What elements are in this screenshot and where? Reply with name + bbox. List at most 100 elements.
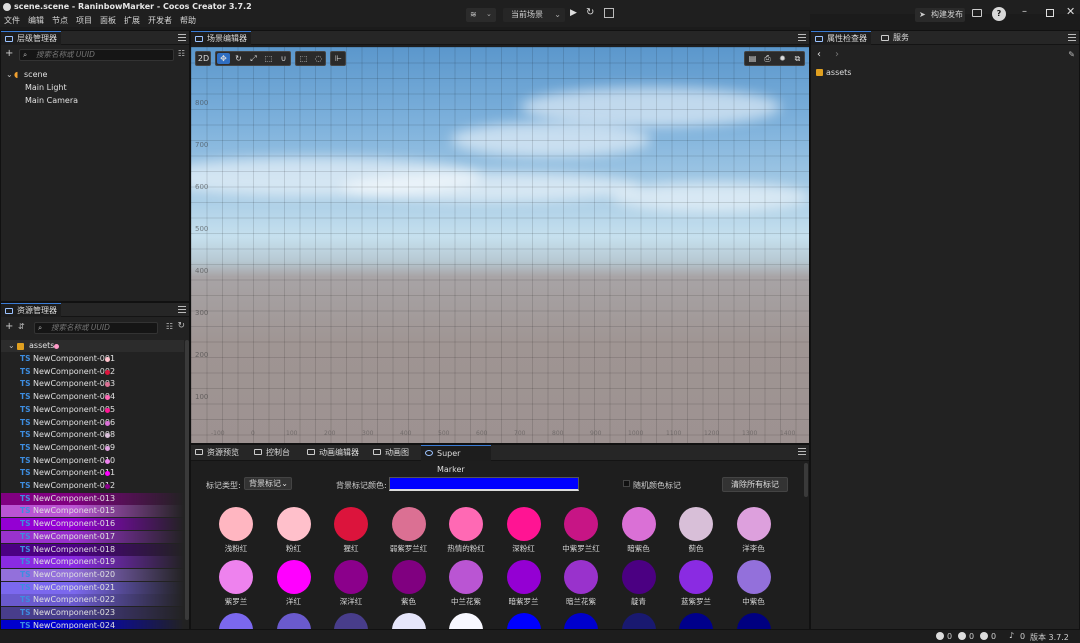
color-swatch[interactable]	[219, 507, 253, 541]
forward-icon[interactable]: ›	[835, 49, 839, 60]
color-swatch[interactable]	[391, 613, 426, 629]
scale-tool-icon[interactable]: ⤢	[247, 53, 260, 64]
color-swatch[interactable]	[736, 560, 771, 594]
color-swatch[interactable]	[219, 560, 253, 594]
gizmo-icon[interactable]: ⧉	[791, 53, 804, 64]
local-global-icon[interactable]: ◌	[312, 53, 325, 64]
info-icon[interactable]	[936, 632, 944, 640]
sort-icon[interactable]: ⇵	[18, 322, 25, 331]
qrcode-icon[interactable]	[604, 8, 614, 18]
help-icon[interactable]: ?	[992, 7, 1006, 21]
color-swatch[interactable]	[449, 507, 483, 541]
panel-menu-icon[interactable]	[798, 34, 806, 41]
pin-icon[interactable]: ✎	[1068, 50, 1075, 59]
tab-inspector[interactable]: 属性检查器	[811, 31, 871, 45]
build-button[interactable]: ➤ 构建发布	[915, 8, 965, 22]
asset-list-item[interactable]: TS NewComponent-023	[1, 607, 184, 619]
menu-developer[interactable]: 开发者	[148, 14, 172, 27]
minimize-icon[interactable]: –	[1022, 6, 1027, 17]
color-swatch[interactable]	[564, 613, 598, 629]
color-swatch[interactable]	[506, 613, 541, 629]
maximize-icon[interactable]	[1046, 9, 1054, 17]
color-swatch[interactable]	[449, 613, 483, 629]
panel-menu-icon[interactable]	[178, 34, 186, 41]
asset-list-item[interactable]: TS NewComponent-005	[1, 404, 184, 416]
panel-menu-icon[interactable]	[1068, 34, 1076, 41]
tab-scene-editor[interactable]: 场景编辑器	[191, 31, 251, 45]
color-swatch[interactable]	[506, 560, 541, 594]
color-swatch[interactable]	[679, 613, 713, 629]
refresh-icon[interactable]: ↻	[586, 7, 594, 18]
asset-list-item[interactable]: TS NewComponent-012	[1, 480, 184, 492]
add-node-icon[interactable]: +	[5, 48, 13, 59]
asset-list-item[interactable]: TS NewComponent-019	[1, 556, 184, 569]
color-swatch[interactable]	[736, 507, 771, 541]
asset-list-item[interactable]: TS NewComponent-004	[1, 391, 184, 403]
assets-search-input[interactable]: ⌕ 搜索名称或 UUID	[34, 322, 158, 334]
back-icon[interactable]: ‹	[817, 49, 821, 60]
tab-services[interactable]: 服务	[877, 31, 913, 45]
menu-edit[interactable]: 编辑	[28, 14, 44, 27]
color-swatch[interactable]	[276, 560, 311, 594]
asset-list-item[interactable]: TS NewComponent-016	[1, 518, 184, 531]
color-swatch[interactable]	[276, 507, 311, 541]
layout-icon[interactable]: ▤	[746, 53, 759, 64]
folder-icon[interactable]	[972, 9, 982, 17]
refresh-icon[interactable]: ↻	[177, 321, 185, 331]
color-swatch[interactable]	[449, 560, 483, 594]
tree-item-main-camera[interactable]: Main Camera	[1, 95, 189, 107]
asset-list-item[interactable]: TS NewComponent-021	[1, 581, 184, 594]
snap-button[interactable]: ⊩	[330, 51, 346, 66]
color-swatch[interactable]	[621, 613, 656, 629]
color-swatch[interactable]	[621, 560, 656, 594]
asset-list-item[interactable]: TS NewComponent-008	[1, 429, 184, 441]
color-swatch[interactable]	[219, 613, 253, 629]
color-swatch[interactable]	[679, 560, 713, 594]
close-icon[interactable]: ✕	[1066, 5, 1075, 18]
add-asset-icon[interactable]: +	[5, 321, 13, 332]
menu-help[interactable]: 帮助	[180, 14, 196, 27]
asset-list-item[interactable]: TS NewComponent-006	[1, 417, 184, 429]
tree-item-assets-root[interactable]: ⌄ assets	[1, 340, 184, 352]
asset-list-item[interactable]: TS NewComponent-013	[1, 492, 184, 505]
asset-list-item[interactable]: TS NewComponent-017	[1, 530, 184, 543]
scene-select[interactable]: 当前场景 ⌄	[503, 8, 565, 22]
color-swatch[interactable]	[736, 613, 771, 629]
tree-item-scene[interactable]: ⌄ ◖ scene	[1, 69, 189, 81]
color-swatch[interactable]	[679, 507, 713, 541]
scene-viewport[interactable]: 800 700 600 500 400 300 200 100 -100 0 1…	[191, 47, 809, 443]
scrollbar[interactable]	[185, 340, 189, 620]
camera-icon[interactable]: ⎙	[761, 53, 774, 64]
menu-file[interactable]: 文件	[4, 14, 20, 27]
asset-list-item[interactable]: TS NewComponent-009	[1, 442, 184, 454]
pivot-icon[interactable]: ⬚	[297, 53, 310, 64]
rotate-tool-icon[interactable]: ↻	[232, 53, 245, 64]
warning-icon[interactable]	[958, 632, 966, 640]
bell-icon[interactable]: ♪	[1009, 631, 1014, 640]
tree-item-main-light[interactable]: Main Light	[1, 82, 189, 94]
color-swatch[interactable]	[621, 507, 656, 541]
preview-platform-select[interactable]: ≋ ⌄	[466, 8, 496, 22]
asset-list-item[interactable]: TS NewComponent-010	[1, 455, 184, 467]
color-swatch[interactable]	[564, 507, 598, 541]
error-icon[interactable]	[980, 632, 988, 640]
magnet-tool-icon[interactable]: ∪	[277, 53, 290, 64]
color-swatch[interactable]	[334, 613, 368, 629]
color-swatch[interactable]	[391, 507, 426, 541]
color-swatch[interactable]	[564, 560, 598, 594]
tab-hierarchy[interactable]: 层级管理器	[1, 31, 61, 45]
asset-list-item[interactable]: TS NewComponent-015	[1, 505, 184, 518]
scrollbar[interactable]	[804, 463, 808, 497]
asset-list-item[interactable]: TS NewComponent-001	[1, 353, 184, 365]
rect-tool-icon[interactable]: ⬚	[262, 53, 275, 64]
menu-node[interactable]: 节点	[52, 14, 68, 27]
menu-project[interactable]: 项目	[76, 14, 92, 27]
asset-list-item[interactable]: TS NewComponent-018	[1, 543, 184, 556]
menu-panel[interactable]: 面板	[100, 14, 116, 27]
color-swatch[interactable]	[334, 507, 368, 541]
collapse-all-icon[interactable]: ☷	[166, 322, 173, 331]
menu-extension[interactable]: 扩展	[124, 14, 140, 27]
panel-menu-icon[interactable]	[178, 306, 186, 313]
play-icon[interactable]: ▶	[570, 8, 577, 18]
color-swatch[interactable]	[391, 560, 426, 594]
